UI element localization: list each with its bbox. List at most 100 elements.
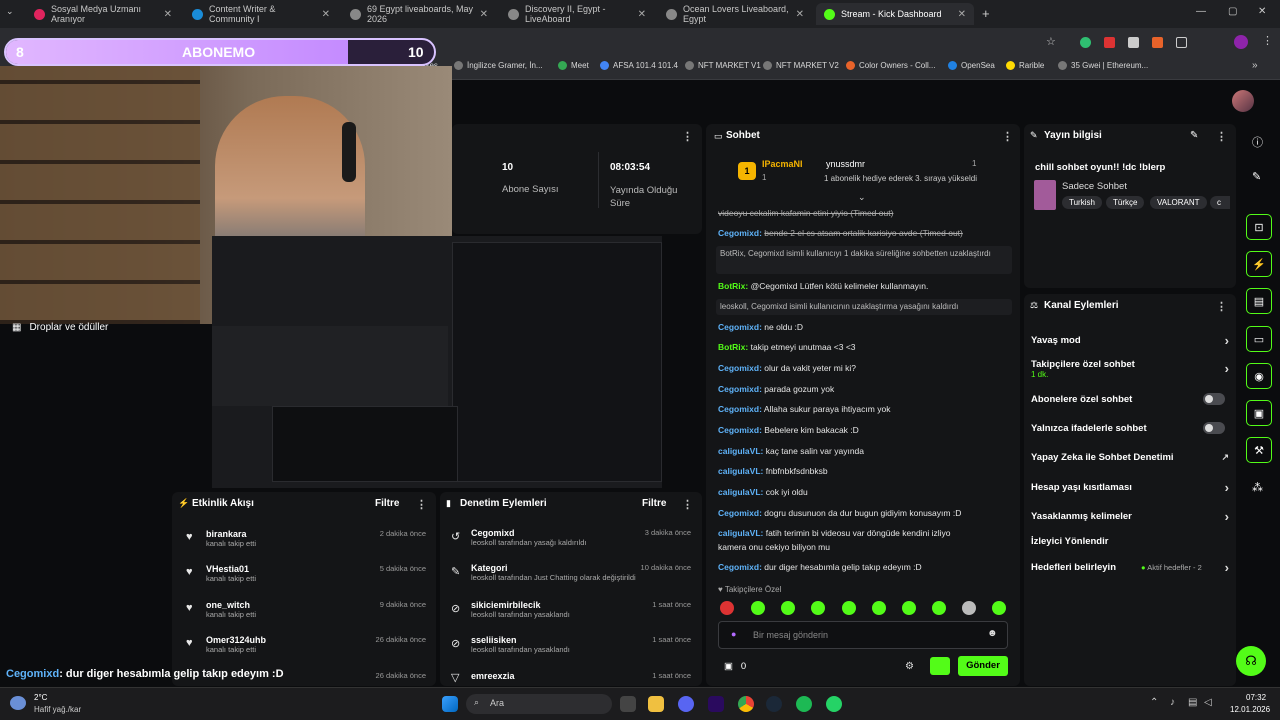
- clock-time[interactable]: 07:32: [1246, 693, 1266, 702]
- bookmark-item[interactable]: AFSA 101.4 101.4: [600, 61, 678, 70]
- microphone-icon[interactable]: ♪: [1170, 697, 1175, 708]
- emote-icon[interactable]: [962, 601, 976, 615]
- extension-icon[interactable]: [1080, 37, 1091, 48]
- close-icon[interactable]: ✕: [164, 9, 172, 20]
- emote-icon[interactable]: [932, 601, 946, 615]
- tag-pill[interactable]: Turkish: [1062, 196, 1102, 209]
- mic-icon[interactable]: ●: [731, 629, 736, 639]
- steam-icon[interactable]: [766, 696, 782, 712]
- close-icon[interactable]: ✕: [322, 9, 330, 20]
- bookmark-item[interactable]: Color Owners - Coll...: [846, 61, 935, 70]
- tab-discovery[interactable]: Discovery II, Egypt - LiveAboard ✕: [500, 3, 654, 25]
- slow-mode-row[interactable]: Yavaş mod ›: [1031, 333, 1229, 348]
- emote-icon[interactable]: [781, 601, 795, 615]
- broadcast-icon[interactable]: ◉: [1246, 363, 1272, 389]
- chat-username[interactable]: Cegomixd:: [718, 363, 762, 373]
- edit-icon[interactable]: ✎: [1190, 130, 1198, 141]
- volume-icon[interactable]: ◁: [1204, 697, 1212, 708]
- emoji-icon[interactable]: ☻: [987, 628, 998, 639]
- extension-icon[interactable]: [1104, 37, 1115, 48]
- more-options-icon[interactable]: ⋮: [682, 130, 693, 143]
- tab-egypt-liveaboards[interactable]: 69 Egypt liveaboards, May 2026 ✕: [342, 3, 496, 25]
- chat-username[interactable]: Cegomixd:: [718, 322, 762, 332]
- chat-username[interactable]: Cegomixd:: [718, 508, 762, 518]
- ai-moderation-row[interactable]: Yapay Zeka ile Sohbet Denetimi ↗: [1031, 452, 1229, 463]
- banned-words-row[interactable]: Yasaklanmış kelimeler ›: [1031, 509, 1229, 524]
- pen-icon[interactable]: ✎: [1252, 170, 1261, 183]
- raid-row[interactable]: İzleyici Yönlendir: [1031, 536, 1229, 547]
- chat-username[interactable]: Cegomixd:: [718, 562, 762, 572]
- close-icon[interactable]: ✕: [480, 9, 488, 20]
- maximize-button[interactable]: ▢: [1228, 6, 1237, 17]
- chat-username[interactable]: BotRix:: [718, 342, 748, 352]
- note-icon[interactable]: ▤: [1246, 288, 1272, 314]
- file-explorer-icon[interactable]: [648, 696, 664, 712]
- tray-chevron-icon[interactable]: ⌃: [1150, 697, 1158, 708]
- support-button[interactable]: ☊: [1236, 646, 1266, 676]
- discord-icon[interactable]: [678, 696, 694, 712]
- more-options-icon[interactable]: ⋮: [1216, 130, 1227, 143]
- tab-sosyal-medya[interactable]: Sosyal Medya Uzmanı Aranıyor ✕: [26, 3, 180, 25]
- more-options-icon[interactable]: ⋮: [1002, 130, 1013, 143]
- close-icon[interactable]: ✕: [796, 9, 804, 20]
- emote-icon[interactable]: [872, 601, 886, 615]
- tab-kick-dashboard[interactable]: Stream - Kick Dashboard ✕: [816, 3, 974, 25]
- goals-row[interactable]: Hedefleri belirleyin ● Aktif hedefler - 2…: [1031, 560, 1229, 575]
- minimize-button[interactable]: —: [1196, 6, 1206, 17]
- more-options-icon[interactable]: ⋮: [682, 498, 693, 511]
- weather-widget[interactable]: 2°C Hafif yağ./kar: [8, 692, 118, 718]
- puzzle-icon[interactable]: [1176, 37, 1187, 48]
- chat-bubble-icon[interactable]: ▭: [1246, 326, 1272, 352]
- task-view-icon[interactable]: [620, 696, 636, 712]
- extension-icon[interactable]: [1152, 37, 1163, 48]
- extension-icon[interactable]: [1128, 37, 1139, 48]
- user-avatar[interactable]: [1232, 90, 1254, 112]
- chat-input[interactable]: ● Bir mesaj gönderin ☻: [718, 621, 1008, 649]
- emote-icon[interactable]: [811, 601, 825, 615]
- close-window-button[interactable]: ✕: [1258, 6, 1266, 17]
- chat-username[interactable]: Cegomixd:: [718, 384, 762, 394]
- chat-settings-icon[interactable]: ⚙: [905, 661, 914, 672]
- bookmark-item[interactable]: NFT MARKET V1: [685, 61, 761, 70]
- start-icon[interactable]: [442, 696, 458, 712]
- tag-pill[interactable]: c: [1210, 196, 1230, 209]
- info-icon[interactable]: ⓘ: [1252, 134, 1263, 150]
- chat-username[interactable]: BotRix:: [718, 281, 748, 291]
- bookmark-item[interactable]: 35 Gwei | Ethereum...: [1058, 61, 1148, 70]
- bookmark-star-icon[interactable]: ☆: [1046, 35, 1056, 48]
- lightning-icon[interactable]: ⚡: [1246, 251, 1272, 277]
- spotify-icon[interactable]: [796, 696, 812, 712]
- menu-icon[interactable]: ⋮: [1262, 34, 1273, 47]
- category-name[interactable]: Sadece Sohbet: [1062, 181, 1127, 192]
- taskbar-search[interactable]: ⌕ Ara: [466, 694, 612, 714]
- bookmark-item[interactable]: Meet: [558, 61, 589, 70]
- more-options-icon[interactable]: ⋮: [1216, 300, 1227, 313]
- emote-only-toggle[interactable]: [1203, 422, 1225, 434]
- send-button[interactable]: Gönder: [958, 656, 1008, 676]
- bookmark-item[interactable]: Rarible: [1006, 61, 1044, 70]
- emote-icon[interactable]: [992, 601, 1006, 615]
- chat-username[interactable]: Cegomixd:: [718, 425, 762, 435]
- chat-username[interactable]: Cegomixd:: [718, 228, 762, 238]
- whatsapp-icon[interactable]: [826, 696, 842, 712]
- followers-only-row[interactable]: Takipçilere özel sohbet 1 dk. ›: [1031, 359, 1229, 379]
- bookmark-item[interactable]: OpenSea: [948, 61, 995, 70]
- chrome-icon[interactable]: [738, 696, 754, 712]
- tab-content-writer[interactable]: Content Writer & Community I ✕: [184, 3, 338, 25]
- emote-icon[interactable]: [902, 601, 916, 615]
- chat-username[interactable]: caligulaVL:: [718, 446, 763, 456]
- chat-username[interactable]: caligulaVL:: [718, 487, 763, 497]
- chat-username[interactable]: caligulaVL:: [718, 528, 763, 538]
- new-tab-button[interactable]: +: [982, 6, 990, 21]
- account-age-row[interactable]: Hesap yaşı kısıtlaması ›: [1031, 480, 1229, 495]
- more-options-icon[interactable]: ⋮: [416, 498, 427, 511]
- clock-date[interactable]: 12.01.2026: [1230, 705, 1270, 714]
- tab-list-button[interactable]: ⌄: [6, 6, 22, 22]
- bookmark-item[interactable]: NFT MARKET V2: [763, 61, 839, 70]
- activity-filter-button[interactable]: Filtre: [375, 498, 399, 509]
- bot-icon[interactable]: [930, 657, 950, 675]
- premiere-icon[interactable]: [708, 696, 724, 712]
- group-icon[interactable]: ⁂: [1252, 481, 1263, 494]
- card-icon[interactable]: ▣: [1246, 400, 1272, 426]
- emote-icon[interactable]: [720, 601, 734, 615]
